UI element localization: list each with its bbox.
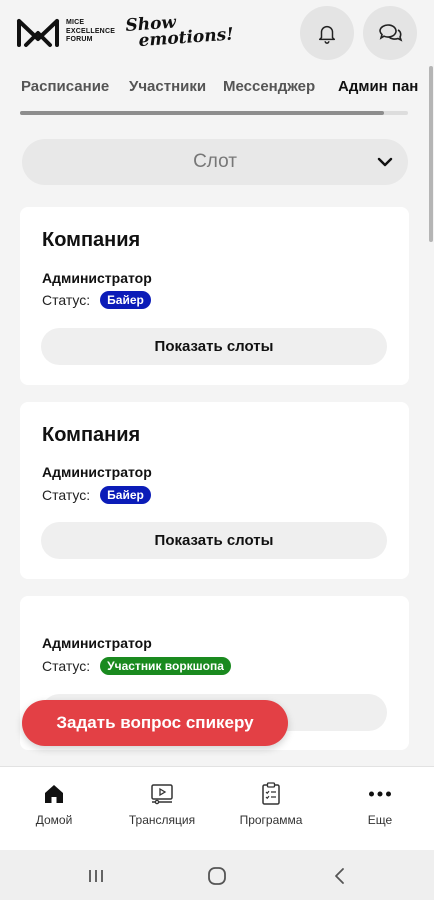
company-name: Компания	[42, 229, 141, 251]
bottom-navigation: Домой Трансляция Программа Еще	[0, 766, 434, 850]
bell-icon	[318, 25, 336, 44]
messages-button[interactable]	[363, 6, 417, 60]
participant-card: Компания Администратор Статус: Байер Пок…	[20, 207, 409, 385]
system-navigation-bar	[0, 850, 434, 900]
more-icon	[367, 781, 393, 807]
role-label: Администратор	[42, 270, 152, 286]
home-system-button[interactable]	[205, 864, 229, 888]
notifications-button[interactable]	[300, 6, 354, 60]
tab-scroll-thumb[interactable]	[20, 111, 384, 115]
tab-messenger[interactable]: Мессенджер	[223, 78, 315, 95]
home-circle-icon	[208, 867, 226, 885]
nav-more[interactable]: Еще	[330, 781, 430, 827]
show-slots-button[interactable]: Показать слоты	[41, 328, 387, 365]
logo-line-2: EXCELLENCE	[66, 27, 116, 35]
chat-icon	[379, 24, 403, 42]
status-badge: Байер	[100, 486, 151, 504]
back-icon	[335, 868, 344, 884]
mef-logo-icon	[17, 19, 59, 47]
nav-more-label: Еще	[367, 813, 393, 827]
back-system-button[interactable]	[328, 864, 352, 888]
participant-card: Компания Администратор Статус: Байер Пок…	[20, 402, 409, 579]
page-scrollbar[interactable]	[429, 66, 433, 242]
slot-dropdown-value: Слот	[193, 151, 237, 172]
company-name: Компания	[42, 424, 141, 446]
nav-broadcast-label: Трансляция	[128, 813, 196, 827]
nav-program[interactable]: Программа	[221, 781, 321, 827]
status-label: Статус:	[42, 658, 91, 674]
status-row: Статус: Байер	[42, 291, 151, 309]
tab-participants[interactable]: Участники	[129, 78, 206, 95]
recent-apps-icon	[89, 870, 103, 882]
home-icon	[41, 781, 67, 807]
recent-apps-button[interactable]	[84, 864, 108, 888]
broadcast-icon	[149, 781, 175, 807]
logo-script-line-2: emotions!	[137, 24, 235, 52]
mef-logo: MICE EXCELLENCE FORUM	[16, 14, 118, 50]
nav-broadcast[interactable]: Трансляция	[112, 781, 212, 827]
status-badge: Участник воркшопа	[100, 657, 231, 675]
show-emotions-logo: Show emotions!	[125, 12, 235, 52]
clipboard-icon	[258, 781, 284, 807]
status-row: Статус: Участник воркшопа	[42, 657, 231, 675]
chevron-down-icon	[377, 157, 393, 167]
ask-speaker-button[interactable]: Задать вопрос спикеру	[22, 700, 288, 746]
role-label: Администратор	[42, 464, 152, 480]
role-label: Администратор	[42, 635, 152, 651]
tab-bar: Расписание Участники Мессенджер Админ па…	[0, 72, 434, 104]
app-header: MICE EXCELLENCE FORUM Show emotions!	[0, 0, 434, 66]
nav-program-label: Программа	[239, 813, 303, 827]
slot-dropdown[interactable]: Слот	[22, 139, 408, 185]
status-label: Статус:	[42, 487, 91, 503]
logo-line-3: FORUM	[66, 36, 93, 44]
logo-wordmark: MICE EXCELLENCE FORUM	[66, 19, 118, 45]
tab-admin-panel[interactable]: Админ пан	[338, 78, 418, 95]
status-label: Статус:	[42, 292, 91, 308]
status-badge: Байер	[100, 291, 151, 309]
status-row: Статус: Байер	[42, 486, 151, 504]
logo-line-1: MICE	[66, 19, 85, 27]
show-slots-button[interactable]: Показать слоты	[41, 522, 387, 559]
tab-schedule[interactable]: Расписание	[21, 78, 109, 95]
nav-home-label: Домой	[35, 813, 73, 827]
nav-home[interactable]: Домой	[4, 781, 104, 827]
